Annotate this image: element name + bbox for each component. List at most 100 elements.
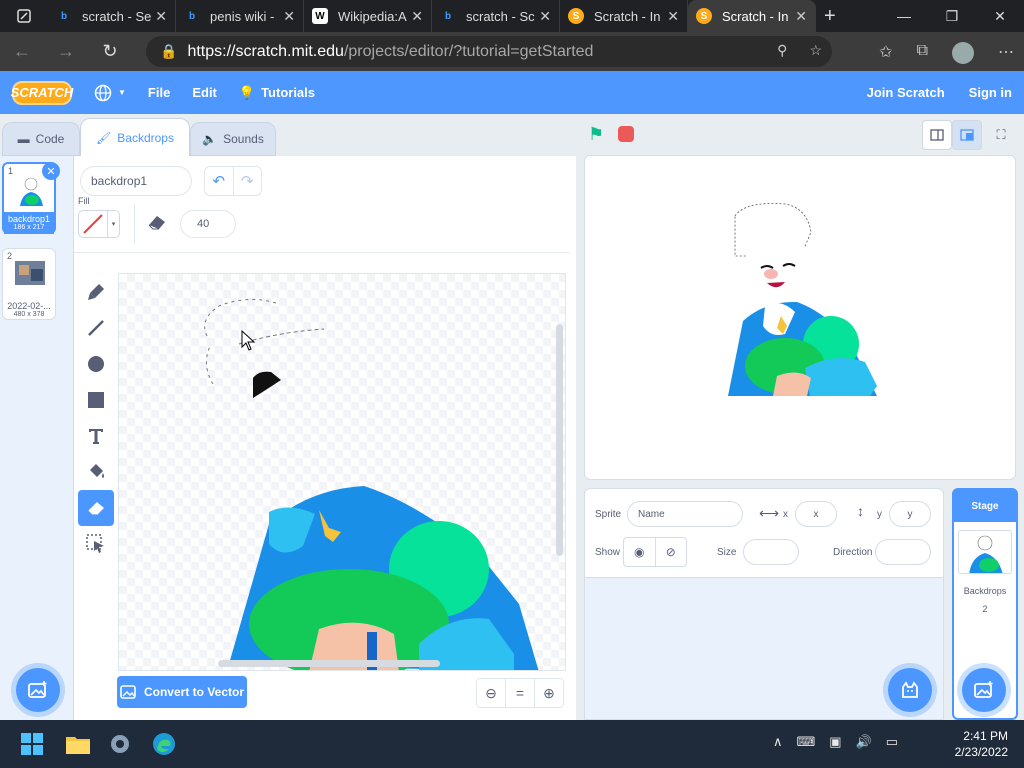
fill-tool[interactable]: [78, 454, 114, 490]
window-menu-icon[interactable]: [0, 0, 48, 32]
eye-icon[interactable]: ◉: [624, 538, 655, 566]
zoom-icon[interactable]: ⚲: [777, 42, 787, 59]
line-tool[interactable]: [78, 310, 114, 346]
url-field[interactable]: 🔒 https://scratch.mit.edu/projects/edito…: [146, 36, 832, 67]
fullscreen-button[interactable]: ⛶: [986, 120, 1016, 150]
back-icon[interactable]: ←: [0, 41, 44, 62]
start-icon[interactable]: [18, 730, 46, 758]
language-menu[interactable]: ▼: [94, 84, 126, 102]
zoom-in-icon[interactable]: ⊕: [534, 679, 563, 707]
edit-menu[interactable]: Edit: [192, 85, 217, 100]
rectangle-tool[interactable]: [78, 382, 114, 418]
delete-backdrop-icon[interactable]: ✕: [42, 162, 60, 180]
fill-color-picker[interactable]: ▾: [78, 210, 120, 238]
edge-icon[interactable]: [150, 730, 178, 758]
clock[interactable]: 2:41 PM 2/23/2022: [955, 728, 1008, 760]
more-options-icon[interactable]: ⋯: [998, 42, 1014, 64]
zoom-out-icon[interactable]: ⊖: [477, 679, 505, 707]
y-label: y: [877, 509, 882, 520]
tab-backdrops[interactable]: 🖌 Backdrops: [80, 118, 190, 156]
refresh-icon[interactable]: ↻: [88, 41, 132, 62]
rectangle-icon: [88, 392, 104, 408]
scratch-logo[interactable]: SCRATCH: [11, 80, 73, 105]
eraser-size-input[interactable]: 40: [180, 210, 236, 238]
backdrop-size: 186 x 217: [13, 224, 45, 231]
choose-backdrop-button[interactable]: [16, 668, 60, 712]
choose-backdrop-stage-button[interactable]: [962, 668, 1006, 712]
size-input[interactable]: [743, 539, 799, 565]
direction-input[interactable]: [875, 539, 931, 565]
y-input[interactable]: y: [889, 501, 931, 527]
paint-canvas[interactable]: [118, 273, 566, 671]
eraser-tool[interactable]: [78, 490, 114, 526]
favorites-icon[interactable]: ✩: [879, 42, 892, 64]
file-menu[interactable]: File: [148, 85, 170, 100]
close-icon[interactable]: ✕: [795, 8, 807, 25]
canvas-horizontal-scrollbar[interactable]: [218, 660, 440, 667]
circle-tool[interactable]: [78, 346, 114, 382]
add-favorite-icon[interactable]: ☆: [809, 42, 822, 59]
url-path: /projects/editor/?tutorial=getStarted: [343, 42, 594, 60]
minimize-icon[interactable]: —: [880, 0, 928, 32]
backdrop-list: 1 backdrop1 186 x 217 2 2022-02-... 480 …: [0, 156, 74, 720]
stage-canvas[interactable]: [584, 155, 1016, 480]
convert-to-vector-button[interactable]: Convert to Vector: [117, 676, 247, 708]
restore-icon[interactable]: ❐: [928, 0, 976, 32]
paint-editor: backdrop1 ↶ ↷ Fill ▾ 40 Convert to Vecto…: [74, 156, 576, 720]
lightbulb-icon: 💡: [238, 84, 256, 100]
chevron-up-icon[interactable]: ∧: [773, 734, 783, 750]
browser-tab[interactable]: b scratch - Sc ✕: [432, 0, 560, 32]
join-scratch-link[interactable]: Join Scratch: [855, 85, 957, 100]
green-flag-icon[interactable]: ⚑: [588, 124, 604, 145]
sprite-info-panel: Sprite Name ⟷ x x ↕ y y Show ◉ ⊘ Size Di…: [584, 488, 944, 578]
new-tab-button[interactable]: +: [824, 5, 836, 28]
canvas-artwork: [204, 299, 539, 670]
close-window-icon[interactable]: ✕: [976, 0, 1024, 32]
choose-sprite-button[interactable]: [888, 668, 932, 712]
canvas-vertical-scrollbar[interactable]: [556, 324, 563, 556]
file-explorer-icon[interactable]: [64, 730, 92, 758]
volume-icon[interactable]: 🔊: [856, 734, 872, 750]
network-icon[interactable]: ▣: [829, 734, 841, 750]
tutorials-button[interactable]: 💡 Tutorials: [239, 85, 315, 101]
browser-tab[interactable]: b scratch - Se ✕: [48, 0, 176, 32]
browser-tab-active[interactable]: S Scratch - In ✕: [688, 0, 816, 32]
backdrop-item[interactable]: 2 2022-02-... 480 x 378: [2, 248, 56, 320]
sprite-name-input[interactable]: Name: [627, 501, 743, 527]
costume-name-input[interactable]: backdrop1: [80, 166, 192, 196]
collections-icon[interactable]: ⧉: [917, 42, 928, 64]
tab-sounds-label: Sounds: [223, 132, 264, 146]
forward-icon[interactable]: →: [44, 41, 88, 62]
tab-sounds[interactable]: 🔈 Sounds: [190, 122, 276, 156]
stage-thumbnail: [958, 530, 1012, 574]
keyboard-icon[interactable]: ⌨: [796, 734, 815, 750]
select-tool[interactable]: [78, 526, 114, 562]
browser-tab[interactable]: W Wikipedia:A ✕: [304, 0, 432, 32]
close-icon[interactable]: ✕: [539, 8, 551, 25]
globe-icon: [94, 84, 112, 101]
zoom-reset-button[interactable]: =: [505, 679, 534, 707]
x-input[interactable]: x: [795, 501, 837, 527]
tab-code[interactable]: ▬ Code: [2, 122, 80, 156]
close-icon[interactable]: ✕: [155, 8, 167, 25]
sign-in-link[interactable]: Sign in: [957, 85, 1024, 100]
browser-tab[interactable]: S Scratch - In ✕: [560, 0, 688, 32]
settings-icon[interactable]: [106, 730, 134, 758]
code-icon: ▬: [17, 132, 30, 146]
stop-icon[interactable]: [618, 126, 634, 142]
small-stage-button[interactable]: [922, 120, 952, 150]
brush-tool[interactable]: [78, 274, 114, 310]
close-icon[interactable]: ✕: [667, 8, 679, 25]
browser-tab[interactable]: b penis wiki - ✕: [176, 0, 304, 32]
bing-icon: b: [60, 10, 68, 22]
undo-icon[interactable]: ↶: [205, 167, 233, 195]
eye-off-icon[interactable]: ⊘: [654, 538, 687, 566]
battery-icon[interactable]: ▭: [886, 734, 898, 750]
text-tool[interactable]: [78, 418, 114, 454]
profile-avatar[interactable]: [952, 42, 974, 64]
redo-icon[interactable]: ↷: [232, 167, 262, 195]
close-icon[interactable]: ✕: [283, 8, 295, 25]
large-stage-button[interactable]: [952, 120, 982, 150]
close-icon[interactable]: ✕: [411, 8, 423, 25]
tab-title: scratch - Sc: [466, 8, 535, 24]
